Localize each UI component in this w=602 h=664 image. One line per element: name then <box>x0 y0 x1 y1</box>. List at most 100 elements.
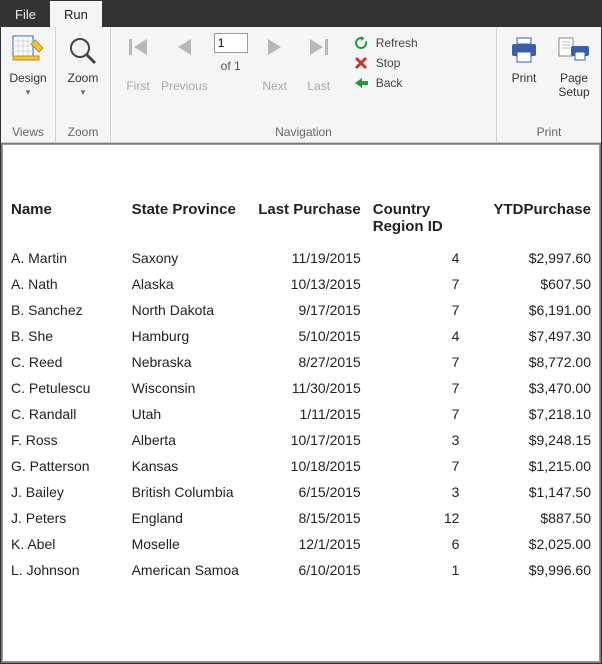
group-label-zoom: Zoom <box>62 123 104 142</box>
tab-strip: File Run <box>1 1 601 27</box>
back-icon <box>352 75 370 91</box>
cell-ytd: $2,997.60 <box>465 245 597 271</box>
cell-state: Moselle <box>126 531 247 557</box>
cell-ytd: $887.50 <box>465 505 597 531</box>
table-row: K. AbelMoselle12/1/20156$2,025.00 <box>5 531 597 557</box>
refresh-icon <box>352 35 370 51</box>
print-icon <box>506 33 542 69</box>
next-label: Next <box>262 79 287 93</box>
cell-region: 12 <box>367 505 466 531</box>
last-button[interactable]: Last <box>298 33 340 93</box>
cell-ytd: $2,025.00 <box>465 531 597 557</box>
group-label-navigation: Navigation <box>117 123 490 142</box>
group-label-views: Views <box>7 123 49 142</box>
cell-ytd: $9,248.15 <box>465 427 597 453</box>
cell-last: 9/17/2015 <box>246 297 367 323</box>
back-label: Back <box>376 76 403 90</box>
cell-state: Utah <box>126 401 247 427</box>
design-icon <box>10 33 46 69</box>
page-current-input[interactable] <box>214 33 248 53</box>
stop-label: Stop <box>376 56 401 70</box>
ribbon: Design ▾ Views Zoom ▾ Zoom <box>1 27 601 143</box>
design-button[interactable]: Design ▾ <box>7 31 49 98</box>
table-row: C. ReedNebraska8/27/20157$8,772.00 <box>5 349 597 375</box>
table-row: J. BaileyBritish Columbia6/15/20153$1,14… <box>5 479 597 505</box>
page-box: of 1 <box>210 33 252 73</box>
cell-region: 7 <box>367 453 466 479</box>
chevron-down-icon: ▾ <box>26 87 31 98</box>
table-row: C. PetulescuWisconsin11/30/20157$3,470.0… <box>5 375 597 401</box>
cell-last: 1/11/2015 <box>246 401 367 427</box>
cell-last: 8/27/2015 <box>246 349 367 375</box>
table-header-row: Name State Province Last Purchase Countr… <box>5 197 597 245</box>
cell-region: 3 <box>367 479 466 505</box>
cell-region: 3 <box>367 427 466 453</box>
cell-region: 7 <box>367 297 466 323</box>
cell-name: G. Patterson <box>5 453 126 479</box>
zoom-label: Zoom <box>68 71 99 85</box>
cell-ytd: $9,996.60 <box>465 557 597 583</box>
cell-last: 10/17/2015 <box>246 427 367 453</box>
col-header-name: Name <box>5 197 126 245</box>
design-label: Design <box>9 71 46 85</box>
cell-name: F. Ross <box>5 427 126 453</box>
cell-name: C. Randall <box>5 401 126 427</box>
cell-region: 1 <box>367 557 466 583</box>
cell-name: C. Reed <box>5 349 126 375</box>
cell-region: 4 <box>367 245 466 271</box>
chevron-down-icon: ▾ <box>81 87 86 98</box>
page-setup-button[interactable]: Page Setup <box>553 31 595 99</box>
cell-region: 7 <box>367 375 466 401</box>
stop-button[interactable]: Stop <box>352 55 418 71</box>
next-button[interactable]: Next <box>254 33 296 93</box>
cell-state: Saxony <box>126 245 247 271</box>
tab-file[interactable]: File <box>1 1 50 27</box>
cell-region: 7 <box>367 401 466 427</box>
cell-state: Alaska <box>126 271 247 297</box>
back-button[interactable]: Back <box>352 75 418 91</box>
cell-name: A. Martin <box>5 245 126 271</box>
cell-name: K. Abel <box>5 531 126 557</box>
cell-region: 7 <box>367 271 466 297</box>
previous-icon <box>173 33 195 61</box>
report-table: Name State Province Last Purchase Countr… <box>5 197 597 583</box>
page-setup-icon <box>556 33 592 69</box>
cell-last: 12/1/2015 <box>246 531 367 557</box>
cell-name: L. Johnson <box>5 557 126 583</box>
cell-ytd: $8,772.00 <box>465 349 597 375</box>
page-setup-label: Page Setup <box>558 71 589 99</box>
cell-last: 11/30/2015 <box>246 375 367 401</box>
cell-name: C. Petulescu <box>5 375 126 401</box>
cell-region: 6 <box>367 531 466 557</box>
stop-icon <box>352 55 370 71</box>
nav-cluster: First Previous of 1 <box>117 31 340 93</box>
previous-label: Previous <box>161 79 208 93</box>
table-row: J. PetersEngland8/15/201512$887.50 <box>5 505 597 531</box>
last-label: Last <box>307 79 330 93</box>
cell-last: 5/10/2015 <box>246 323 367 349</box>
cell-ytd: $3,470.00 <box>465 375 597 401</box>
cell-state: Alberta <box>126 427 247 453</box>
cell-last: 11/19/2015 <box>246 245 367 271</box>
refresh-button[interactable]: Refresh <box>352 35 418 51</box>
cell-ytd: $6,191.00 <box>465 297 597 323</box>
col-header-ytd: YTDPurchase <box>465 197 597 245</box>
cell-ytd: $1,215.00 <box>465 453 597 479</box>
first-icon <box>125 33 151 61</box>
cell-region: 7 <box>367 349 466 375</box>
cell-name: J. Peters <box>5 505 126 531</box>
cell-last: 10/13/2015 <box>246 271 367 297</box>
cell-state: Kansas <box>126 453 247 479</box>
zoom-button[interactable]: Zoom ▾ <box>62 31 104 98</box>
cell-last: 6/10/2015 <box>246 557 367 583</box>
first-button[interactable]: First <box>117 33 159 93</box>
cell-ytd: $607.50 <box>465 271 597 297</box>
tab-run[interactable]: Run <box>50 1 102 27</box>
nav-actions: Refresh Stop Back <box>348 31 418 91</box>
cell-last: 6/15/2015 <box>246 479 367 505</box>
next-icon <box>264 33 286 61</box>
print-button[interactable]: Print <box>503 31 545 85</box>
cell-state: Hamburg <box>126 323 247 349</box>
previous-button[interactable]: Previous <box>161 33 208 93</box>
cell-state: British Columbia <box>126 479 247 505</box>
